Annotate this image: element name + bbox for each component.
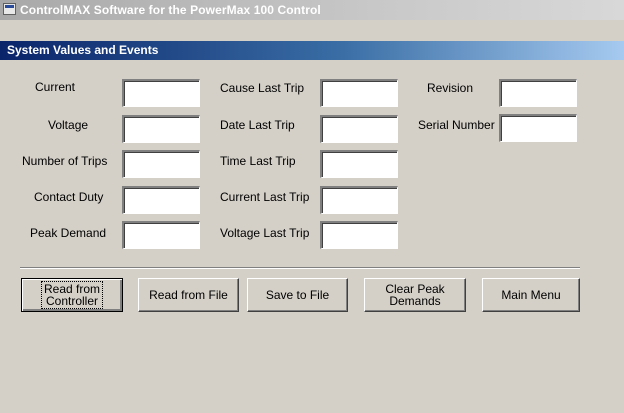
- main-menu-label: Main Menu: [501, 288, 561, 302]
- serial-number-label: Serial Number: [418, 118, 495, 132]
- date-last-trip-field[interactable]: [320, 115, 398, 143]
- main-menu-button[interactable]: Main Menu: [482, 278, 580, 312]
- cause-last-trip-field[interactable]: [320, 79, 398, 107]
- clear-peak-demands-button[interactable]: Clear Peak Demands: [364, 278, 466, 312]
- read-from-controller-label: Read from Controller: [40, 281, 104, 309]
- number-of-trips-field[interactable]: [122, 150, 200, 178]
- time-last-trip-label: Time Last Trip: [220, 154, 296, 168]
- clear-peak-line2: Demands: [389, 294, 441, 308]
- contact-duty-field[interactable]: [122, 186, 200, 214]
- window-title: ControlMAX Software for the PowerMax 100…: [20, 3, 321, 17]
- voltage-last-trip-label: Voltage Last Trip: [220, 226, 310, 240]
- voltage-field[interactable]: [122, 115, 200, 143]
- clear-peak-demands-label: Clear Peak Demands: [385, 283, 444, 307]
- read-from-file-label: Read from File: [149, 288, 228, 302]
- read-from-file-button[interactable]: Read from File: [138, 278, 239, 312]
- voltage-last-trip-field[interactable]: [320, 221, 398, 249]
- serial-number-field[interactable]: [499, 114, 577, 142]
- read-from-controller-button[interactable]: Read from Controller: [21, 278, 123, 312]
- current-label: Current: [35, 80, 76, 94]
- main-window: ControlMAX Software for the PowerMax 100…: [0, 0, 624, 413]
- save-to-file-button[interactable]: Save to File: [247, 278, 348, 312]
- separator-line: [20, 267, 580, 269]
- voltage-label: Voltage: [48, 118, 89, 132]
- read-from-controller-line2: Controller: [45, 294, 99, 308]
- peak-demand-label: Peak Demand: [30, 226, 107, 240]
- current-last-trip-field[interactable]: [320, 186, 398, 214]
- time-last-trip-field[interactable]: [320, 150, 398, 178]
- cause-last-trip-label: Cause Last Trip: [220, 81, 305, 95]
- current-field[interactable]: [122, 79, 200, 107]
- form-title: System Values and Events: [7, 43, 159, 57]
- app-window-icon[interactable]: [3, 3, 16, 15]
- revision-field[interactable]: [499, 79, 577, 107]
- contact-duty-label: Contact Duty: [34, 190, 104, 204]
- peak-demand-field[interactable]: [122, 221, 200, 249]
- current-last-trip-label: Current Last Trip: [220, 190, 310, 204]
- number-of-trips-label: Number of Trips: [22, 154, 108, 168]
- revision-label: Revision: [427, 81, 474, 95]
- form-title-bar[interactable]: System Values and Events: [0, 41, 624, 60]
- save-to-file-label: Save to File: [265, 288, 330, 302]
- date-last-trip-label: Date Last Trip: [220, 118, 295, 132]
- title-bar[interactable]: ControlMAX Software for the PowerMax 100…: [0, 0, 624, 20]
